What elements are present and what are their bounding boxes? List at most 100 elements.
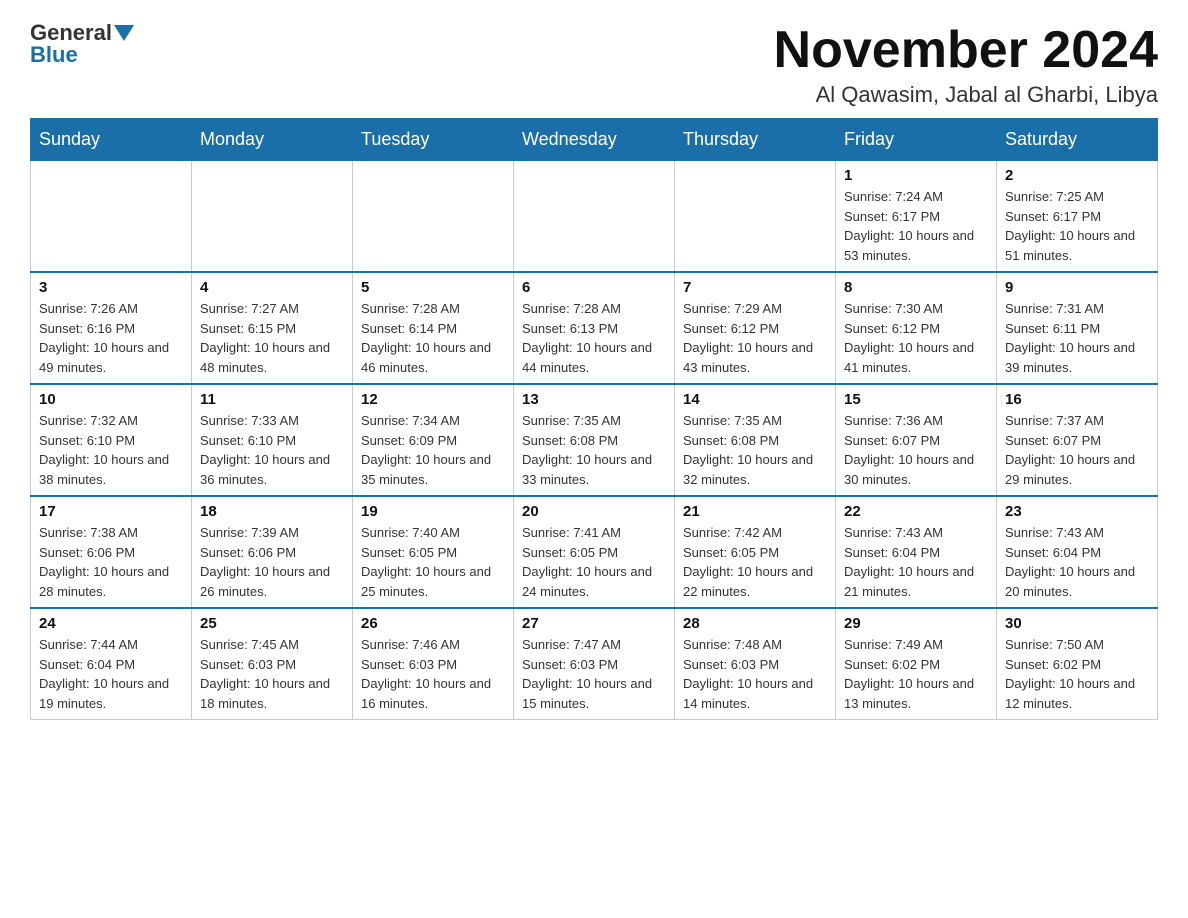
calendar-cell: 25 Sunrise: 7:45 AM Sunset: 6:03 PM Dayli… xyxy=(192,608,353,720)
day-info: Sunrise: 7:35 AM Sunset: 6:08 PM Dayligh… xyxy=(522,411,666,489)
day-info: Sunrise: 7:28 AM Sunset: 6:14 PM Dayligh… xyxy=(361,299,505,377)
calendar-cell xyxy=(675,161,836,273)
calendar-cell: 30 Sunrise: 7:50 AM Sunset: 6:02 PM Dayli… xyxy=(997,608,1158,720)
day-number: 4 xyxy=(200,279,344,296)
day-info: Sunrise: 7:38 AM Sunset: 6:06 PM Dayligh… xyxy=(39,523,183,601)
location-title: Al Qawasim, Jabal al Gharbi, Libya xyxy=(774,82,1158,108)
day-number: 14 xyxy=(683,391,827,408)
day-number: 15 xyxy=(844,391,988,408)
day-number: 2 xyxy=(1005,167,1149,184)
day-info: Sunrise: 7:35 AM Sunset: 6:08 PM Dayligh… xyxy=(683,411,827,489)
day-number: 1 xyxy=(844,167,988,184)
day-info: Sunrise: 7:50 AM Sunset: 6:02 PM Dayligh… xyxy=(1005,635,1149,713)
calendar-cell: 18 Sunrise: 7:39 AM Sunset: 6:06 PM Dayli… xyxy=(192,496,353,608)
day-number: 6 xyxy=(522,279,666,296)
day-number: 29 xyxy=(844,615,988,632)
weekday-header-wednesday: Wednesday xyxy=(514,119,675,161)
day-info: Sunrise: 7:26 AM Sunset: 6:16 PM Dayligh… xyxy=(39,299,183,377)
calendar-cell: 3 Sunrise: 7:26 AM Sunset: 6:16 PM Daylig… xyxy=(31,272,192,384)
day-info: Sunrise: 7:36 AM Sunset: 6:07 PM Dayligh… xyxy=(844,411,988,489)
day-info: Sunrise: 7:41 AM Sunset: 6:05 PM Dayligh… xyxy=(522,523,666,601)
day-number: 21 xyxy=(683,503,827,520)
calendar-week-row: 1 Sunrise: 7:24 AM Sunset: 6:17 PM Daylig… xyxy=(31,161,1158,273)
day-number: 30 xyxy=(1005,615,1149,632)
day-info: Sunrise: 7:44 AM Sunset: 6:04 PM Dayligh… xyxy=(39,635,183,713)
calendar-cell: 28 Sunrise: 7:48 AM Sunset: 6:03 PM Dayli… xyxy=(675,608,836,720)
day-number: 10 xyxy=(39,391,183,408)
day-info: Sunrise: 7:25 AM Sunset: 6:17 PM Dayligh… xyxy=(1005,187,1149,265)
calendar-cell: 2 Sunrise: 7:25 AM Sunset: 6:17 PM Daylig… xyxy=(997,161,1158,273)
calendar-cell: 13 Sunrise: 7:35 AM Sunset: 6:08 PM Dayli… xyxy=(514,384,675,496)
day-info: Sunrise: 7:40 AM Sunset: 6:05 PM Dayligh… xyxy=(361,523,505,601)
day-info: Sunrise: 7:37 AM Sunset: 6:07 PM Dayligh… xyxy=(1005,411,1149,489)
calendar-cell: 1 Sunrise: 7:24 AM Sunset: 6:17 PM Daylig… xyxy=(836,161,997,273)
day-number: 24 xyxy=(39,615,183,632)
weekday-header-sunday: Sunday xyxy=(31,119,192,161)
weekday-header-friday: Friday xyxy=(836,119,997,161)
logo-arrow-icon xyxy=(114,25,134,41)
calendar-week-row: 24 Sunrise: 7:44 AM Sunset: 6:04 PM Dayli… xyxy=(31,608,1158,720)
day-number: 13 xyxy=(522,391,666,408)
day-info: Sunrise: 7:46 AM Sunset: 6:03 PM Dayligh… xyxy=(361,635,505,713)
day-info: Sunrise: 7:33 AM Sunset: 6:10 PM Dayligh… xyxy=(200,411,344,489)
day-number: 23 xyxy=(1005,503,1149,520)
day-number: 17 xyxy=(39,503,183,520)
calendar-cell: 19 Sunrise: 7:40 AM Sunset: 6:05 PM Dayli… xyxy=(353,496,514,608)
day-number: 20 xyxy=(522,503,666,520)
day-info: Sunrise: 7:27 AM Sunset: 6:15 PM Dayligh… xyxy=(200,299,344,377)
logo: General Blue xyxy=(30,20,134,68)
calendar-cell: 10 Sunrise: 7:32 AM Sunset: 6:10 PM Dayli… xyxy=(31,384,192,496)
day-info: Sunrise: 7:32 AM Sunset: 6:10 PM Dayligh… xyxy=(39,411,183,489)
day-info: Sunrise: 7:45 AM Sunset: 6:03 PM Dayligh… xyxy=(200,635,344,713)
day-number: 16 xyxy=(1005,391,1149,408)
calendar-cell: 26Sunrise: 7:46 AM Sunset: 6:03 PM Dayli… xyxy=(353,608,514,720)
calendar-cell: 9 Sunrise: 7:31 AM Sunset: 6:11 PM Daylig… xyxy=(997,272,1158,384)
day-info: Sunrise: 7:29 AM Sunset: 6:12 PM Dayligh… xyxy=(683,299,827,377)
day-number: 19 xyxy=(361,503,505,520)
page-header: General Blue November 2024 Al Qawasim, J… xyxy=(30,20,1158,108)
day-info: Sunrise: 7:28 AM Sunset: 6:13 PM Dayligh… xyxy=(522,299,666,377)
calendar-cell: 6 Sunrise: 7:28 AM Sunset: 6:13 PM Daylig… xyxy=(514,272,675,384)
day-number: 28 xyxy=(683,615,827,632)
day-info: Sunrise: 7:31 AM Sunset: 6:11 PM Dayligh… xyxy=(1005,299,1149,377)
day-info: Sunrise: 7:39 AM Sunset: 6:06 PM Dayligh… xyxy=(200,523,344,601)
logo-blue-text: Blue xyxy=(30,42,78,68)
day-info: Sunrise: 7:34 AM Sunset: 6:09 PM Dayligh… xyxy=(361,411,505,489)
calendar-cell: 12 Sunrise: 7:34 AM Sunset: 6:09 PM Dayli… xyxy=(353,384,514,496)
day-number: 7 xyxy=(683,279,827,296)
day-number: 25 xyxy=(200,615,344,632)
calendar-cell xyxy=(514,161,675,273)
day-number: 5 xyxy=(361,279,505,296)
calendar-cell: 5 Sunrise: 7:28 AM Sunset: 6:14 PM Daylig… xyxy=(353,272,514,384)
day-info: Sunrise: 7:43 AM Sunset: 6:04 PM Dayligh… xyxy=(1005,523,1149,601)
calendar-cell: 17 Sunrise: 7:38 AM Sunset: 6:06 PM Dayli… xyxy=(31,496,192,608)
calendar-cell xyxy=(31,161,192,273)
calendar-cell: 29 Sunrise: 7:49 AM Sunset: 6:02 PM Dayli… xyxy=(836,608,997,720)
calendar-cell: 24 Sunrise: 7:44 AM Sunset: 6:04 PM Dayli… xyxy=(31,608,192,720)
day-info: Sunrise: 7:49 AM Sunset: 6:02 PM Dayligh… xyxy=(844,635,988,713)
day-number: 18 xyxy=(200,503,344,520)
calendar-cell: 11Sunrise: 7:33 AM Sunset: 6:10 PM Dayli… xyxy=(192,384,353,496)
calendar-cell: 4 Sunrise: 7:27 AM Sunset: 6:15 PM Daylig… xyxy=(192,272,353,384)
calendar-cell: 23 Sunrise: 7:43 AM Sunset: 6:04 PM Dayli… xyxy=(997,496,1158,608)
day-number: 12 xyxy=(361,391,505,408)
day-info: Sunrise: 7:48 AM Sunset: 6:03 PM Dayligh… xyxy=(683,635,827,713)
day-number: 3 xyxy=(39,279,183,296)
day-info: Sunrise: 7:47 AM Sunset: 6:03 PM Dayligh… xyxy=(522,635,666,713)
calendar-header-row: SundayMondayTuesdayWednesdayThursdayFrid… xyxy=(31,119,1158,161)
weekday-header-saturday: Saturday xyxy=(997,119,1158,161)
calendar-cell: 14 Sunrise: 7:35 AM Sunset: 6:08 PM Dayli… xyxy=(675,384,836,496)
calendar-cell xyxy=(192,161,353,273)
calendar-cell: 7 Sunrise: 7:29 AM Sunset: 6:12 PM Daylig… xyxy=(675,272,836,384)
calendar-cell: 15 Sunrise: 7:36 AM Sunset: 6:07 PM Dayli… xyxy=(836,384,997,496)
calendar-cell: 16 Sunrise: 7:37 AM Sunset: 6:07 PM Dayli… xyxy=(997,384,1158,496)
title-section: November 2024 Al Qawasim, Jabal al Gharb… xyxy=(774,20,1158,108)
calendar-week-row: 17 Sunrise: 7:38 AM Sunset: 6:06 PM Dayli… xyxy=(31,496,1158,608)
calendar-cell: 20 Sunrise: 7:41 AM Sunset: 6:05 PM Dayli… xyxy=(514,496,675,608)
day-number: 9 xyxy=(1005,279,1149,296)
calendar-cell: 27Sunrise: 7:47 AM Sunset: 6:03 PM Dayli… xyxy=(514,608,675,720)
day-number: 22 xyxy=(844,503,988,520)
day-info: Sunrise: 7:30 AM Sunset: 6:12 PM Dayligh… xyxy=(844,299,988,377)
day-info: Sunrise: 7:24 AM Sunset: 6:17 PM Dayligh… xyxy=(844,187,988,265)
calendar-cell: 8Sunrise: 7:30 AM Sunset: 6:12 PM Daylig… xyxy=(836,272,997,384)
